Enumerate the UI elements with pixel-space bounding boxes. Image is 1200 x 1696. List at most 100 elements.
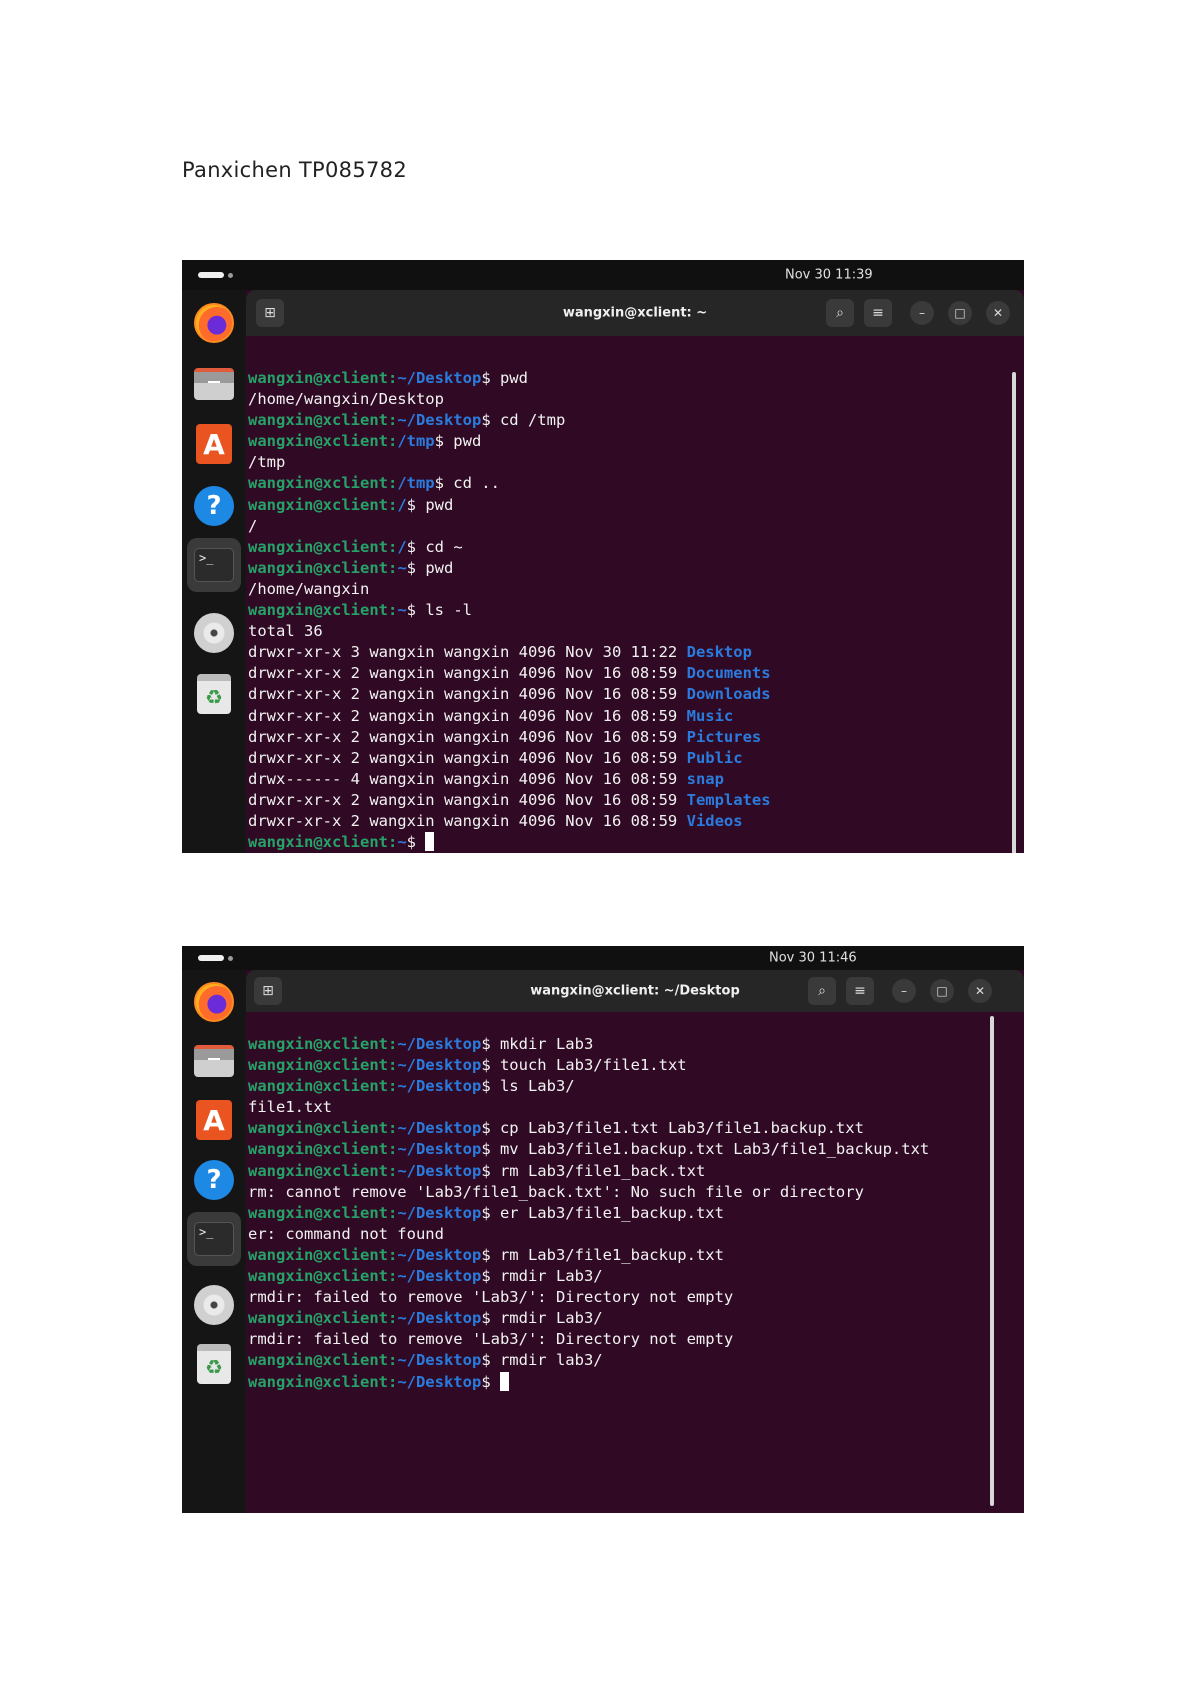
command-text: $ rmdir Lab3/ (481, 1309, 603, 1328)
terminal-line: drwxr-xr-x 2 wangxin wangxin 4096 Nov 16… (248, 684, 771, 705)
terminal-line: wangxin@xclient:~/Desktop$ rmdir Lab3/ (248, 1308, 929, 1329)
terminal-line: wangxin@xclient:~/Desktop$ cp Lab3/file1… (248, 1118, 929, 1139)
prompt-path: ~/Desktop (397, 1119, 482, 1138)
disc-icon (194, 1285, 234, 1325)
terminal-line: wangxin@xclient:~/Desktop$ (248, 1371, 929, 1393)
terminal-window[interactable]: ⊞ wangxin@xclient: ~ ⌕ ≡ – □ ✕ wangxin@x… (246, 290, 1024, 853)
terminal-line: rmdir: failed to remove 'Lab3/': Directo… (248, 1329, 929, 1350)
prompt-path: ~/Desktop (397, 1056, 482, 1075)
search-button[interactable]: ⌕ (826, 299, 854, 327)
close-button[interactable]: ✕ (968, 979, 992, 1003)
command-text: $ rm Lab3/file1_back.txt (481, 1161, 706, 1180)
dock-item-files[interactable] (194, 1041, 234, 1081)
scrollbar[interactable] (990, 1016, 994, 1506)
prompt-path: ~/Desktop (397, 411, 482, 430)
minimize-button[interactable]: – (892, 979, 916, 1003)
terminal-output: wangxin@xclient:~/Desktop$ pwd/home/wang… (248, 368, 771, 853)
output-text: drwxr-xr-x 2 wangxin wangxin 4096 Nov 16… (248, 790, 687, 809)
terminal-line: wangxin@xclient:~/Desktop$ rmdir Lab3/ (248, 1266, 929, 1287)
terminal-line: wangxin@xclient:~/Desktop$ mv Lab3/file1… (248, 1139, 929, 1160)
search-icon: ⌕ (836, 305, 844, 321)
terminal-window[interactable]: ⊞ wangxin@xclient: ~/Desktop ⌕ ≡ – □ ✕ w… (246, 970, 1024, 1513)
dock-item-firefox[interactable] (194, 982, 234, 1022)
dock-item-app-store[interactable]: A (194, 424, 234, 464)
prompt-user: wangxin@xclient: (248, 1056, 398, 1075)
output-text: drwxr-xr-x 2 wangxin wangxin 4096 Nov 16… (248, 811, 687, 830)
firefox-icon (194, 303, 234, 343)
prompt-path: ~/Desktop (397, 1267, 482, 1286)
terminal-line: drwx------ 4 wangxin wangxin 4096 Nov 16… (248, 769, 771, 790)
dock-item-disc[interactable] (194, 1285, 234, 1325)
clock[interactable]: Nov 30 11:39 (785, 268, 873, 283)
prompt-user: wangxin@xclient: (248, 1140, 398, 1159)
prompt-path: ~ (397, 833, 407, 852)
command-text: $ ls -l (406, 601, 472, 620)
app-store-icon: A (196, 1100, 232, 1140)
maximize-button[interactable]: □ (930, 979, 954, 1003)
terminal-titlebar[interactable]: ⊞ wangxin@xclient: ~/Desktop ⌕ ≡ – □ ✕ (246, 970, 1024, 1012)
text-cursor[interactable] (499, 1371, 509, 1391)
maximize-icon: □ (936, 984, 948, 998)
terminal-line: rmdir: failed to remove 'Lab3/': Directo… (248, 1287, 929, 1308)
prompt-user: wangxin@xclient: (248, 1351, 398, 1370)
terminal-line: wangxin@xclient:~/Desktop$ mkdir Lab3 (248, 1034, 929, 1055)
output-text: total 36 (248, 622, 323, 641)
hamburger-icon: ≡ (854, 983, 866, 999)
files-icon (194, 368, 234, 400)
prompt-user: wangxin@xclient: (248, 1203, 398, 1222)
search-button[interactable]: ⌕ (808, 977, 836, 1005)
output-text: drwxr-xr-x 2 wangxin wangxin 4096 Nov 16… (248, 664, 687, 683)
dock-item-files[interactable] (194, 364, 234, 404)
dock-item-terminal[interactable]: >_ (187, 1212, 241, 1266)
prompt-user: wangxin@xclient: (248, 537, 398, 556)
directory-name: Desktop (686, 643, 752, 662)
dock-item-help[interactable]: ? (194, 486, 234, 526)
close-button[interactable]: ✕ (986, 301, 1010, 325)
prompt-user: wangxin@xclient: (248, 601, 398, 620)
prompt-user: wangxin@xclient: (248, 1077, 398, 1096)
dock-item-trash[interactable]: ♻ (194, 1344, 234, 1384)
terminal-line: er: command not found (248, 1224, 929, 1245)
menu-button[interactable]: ≡ (846, 977, 874, 1005)
prompt-user: wangxin@xclient: (248, 1309, 398, 1328)
command-text: $ cd /tmp (481, 411, 566, 430)
activities-dot-icon (228, 272, 233, 278)
output-text: rmdir: failed to remove 'Lab3/': Directo… (248, 1288, 734, 1307)
command-text: $ touch Lab3/file1.txt (481, 1056, 687, 1075)
activities-button[interactable] (198, 272, 233, 278)
prompt-user: wangxin@xclient: (248, 495, 398, 514)
text-cursor[interactable] (425, 832, 435, 852)
output-text: drwxr-xr-x 2 wangxin wangxin 4096 Nov 16… (248, 727, 687, 746)
firefox-icon (194, 982, 234, 1022)
dock-item-trash[interactable]: ♻ (194, 674, 234, 714)
dock-item-terminal[interactable]: >_ (187, 538, 241, 592)
maximize-button[interactable]: □ (948, 301, 972, 325)
disc-icon (194, 613, 234, 653)
terminal-line: wangxin@xclient:~$ pwd (248, 558, 771, 579)
dock-item-disc[interactable] (194, 613, 234, 653)
command-text: $ cd .. (434, 474, 500, 493)
terminal-line: drwxr-xr-x 2 wangxin wangxin 4096 Nov 16… (248, 663, 771, 684)
output-text: drwx------ 4 wangxin wangxin 4096 Nov 16… (248, 769, 687, 788)
minimize-button[interactable]: – (910, 301, 934, 325)
minimize-icon: – (901, 984, 907, 998)
activities-button[interactable] (198, 955, 233, 961)
prompt-path: ~ (397, 601, 407, 620)
prompt-user: wangxin@xclient: (248, 1161, 398, 1180)
menu-button[interactable]: ≡ (864, 299, 892, 327)
terminal-line: drwxr-xr-x 2 wangxin wangxin 4096 Nov 16… (248, 727, 771, 748)
terminal-line: total 36 (248, 621, 771, 642)
terminal-line: rm: cannot remove 'Lab3/file1_back.txt':… (248, 1182, 929, 1203)
window-title: wangxin@xclient: ~ (562, 305, 708, 321)
command-text: $ rm Lab3/file1_backup.txt (481, 1245, 724, 1264)
command-text: $ mkdir Lab3 (481, 1035, 594, 1053)
dock-item-firefox[interactable] (194, 303, 234, 343)
dock-item-help[interactable]: ? (194, 1160, 234, 1200)
clock[interactable]: Nov 30 11:46 (769, 951, 857, 966)
dock-item-app-store[interactable]: A (194, 1100, 234, 1140)
terminal-line: drwxr-xr-x 3 wangxin wangxin 4096 Nov 30… (248, 642, 771, 663)
scrollbar[interactable] (1012, 372, 1016, 853)
terminal-titlebar[interactable]: ⊞ wangxin@xclient: ~ ⌕ ≡ – □ ✕ (246, 290, 1024, 336)
terminal-output: wangxin@xclient:~/Desktop$ mkdir Lab3 wan… (248, 1034, 929, 1393)
terminal-line: file1.txt (248, 1097, 929, 1118)
